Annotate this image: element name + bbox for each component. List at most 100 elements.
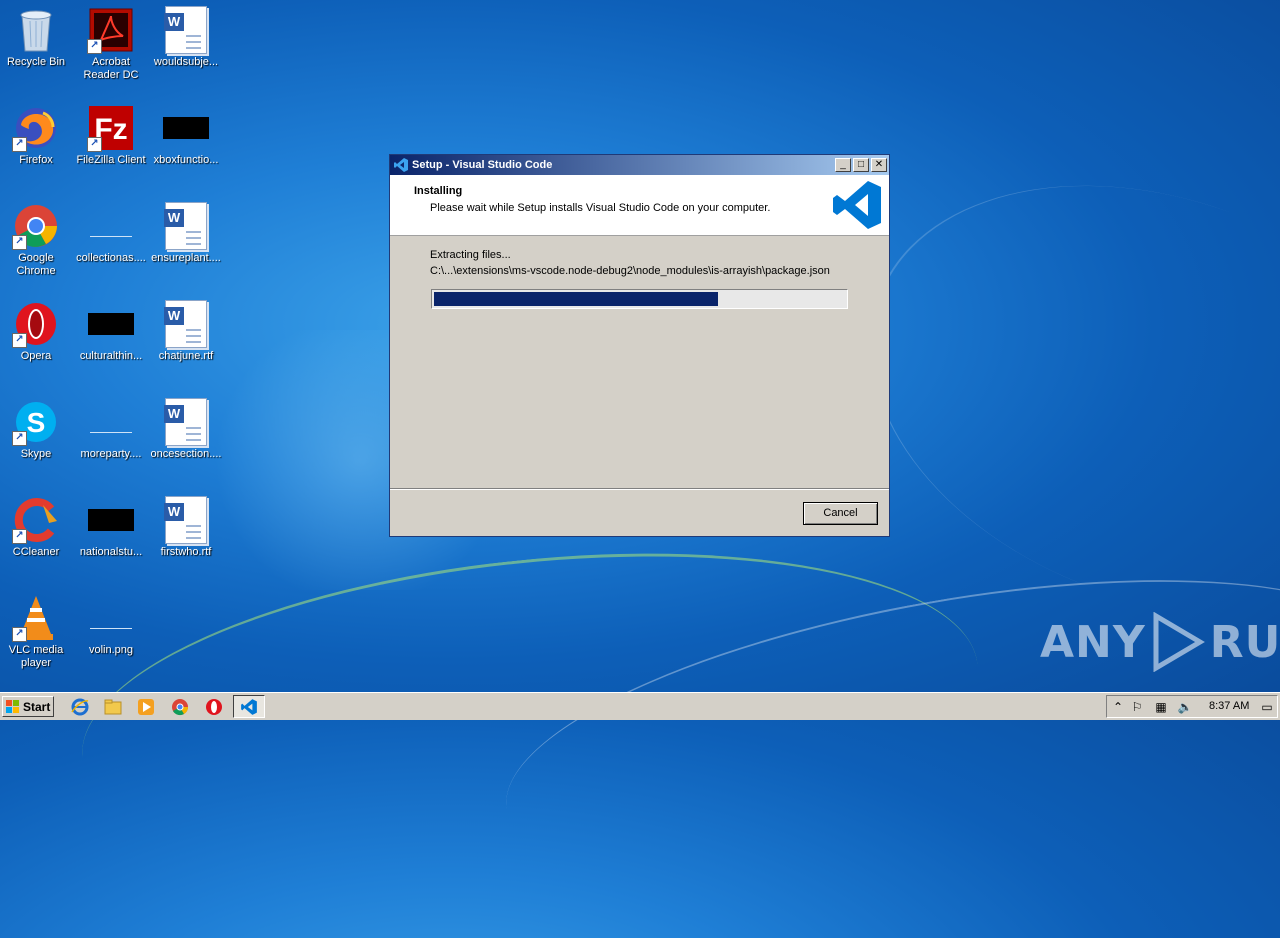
shortcut-arrow-icon: ↗	[12, 137, 27, 152]
desktop-icon-vlc[interactable]: ↗ VLC media player	[0, 594, 74, 670]
ie-icon[interactable]	[71, 698, 89, 716]
taskbar-task-vscode-setup[interactable]	[233, 695, 265, 718]
start-button[interactable]: Start	[2, 696, 54, 717]
desktop-icon-label: firstwho.rtf	[160, 546, 212, 558]
skype-icon: S ↗	[12, 398, 60, 446]
shortcut-arrow-icon: ↗	[12, 235, 27, 250]
desktop-icon-recycle-bin[interactable]: Recycle Bin	[0, 6, 74, 69]
wizard-heading: Installing	[414, 185, 463, 197]
desktop-icon-file[interactable]: nationalstu...	[73, 496, 149, 559]
shortcut-arrow-icon: ↗	[87, 39, 102, 54]
volume-icon[interactable]: 🔈	[1177, 699, 1193, 715]
vscode-logo-icon	[833, 181, 881, 229]
desktop-icon-label: nationalstu...	[79, 546, 143, 558]
desktop-icon-skype[interactable]: S ↗ Skype	[0, 398, 74, 461]
vscode-icon	[241, 698, 257, 715]
action-center-flag-icon[interactable]: ⚐	[1129, 699, 1145, 715]
desktop-icon-file[interactable]: moreparty....	[73, 398, 149, 461]
desktop-icon-document[interactable]: W oncesection....	[148, 398, 224, 461]
start-label: Start	[23, 699, 51, 714]
recycle-bin-icon	[12, 6, 60, 54]
shortcut-arrow-icon: ↗	[12, 333, 27, 348]
desktop-icon-label: FileZilla Client	[76, 154, 146, 166]
desktop-icon-label: oncesection....	[150, 448, 222, 460]
wizard-header: Installing Please wait while Setup insta…	[390, 175, 889, 236]
network-icon[interactable]: ▦	[1153, 699, 1169, 715]
wizard-subheading: Please wait while Setup installs Visual …	[430, 202, 771, 214]
shortcut-arrow-icon: ↗	[12, 529, 27, 544]
word-doc-icon: W	[162, 202, 210, 250]
firefox-icon: ↗	[12, 104, 60, 152]
watermark-left: ANY	[1040, 616, 1146, 668]
desktop-icon-firefox[interactable]: ↗ Firefox	[0, 104, 74, 167]
desktop-icon-label: Google Chrome	[16, 252, 56, 277]
shortcut-arrow-icon: ↗	[12, 627, 27, 642]
blank-file-icon	[87, 202, 135, 250]
black-file-icon	[162, 104, 210, 152]
desktop-icon-label: CCleaner	[12, 546, 60, 558]
wallpaper-swirl	[484, 523, 1280, 938]
word-doc-icon: W	[162, 6, 210, 54]
opera-icon: ↗	[12, 300, 60, 348]
desktop-icon-document[interactable]: W firstwho.rtf	[148, 496, 224, 559]
setup-window: Setup - Visual Studio Code _ □ ✕ Install…	[389, 154, 890, 537]
play-logo-icon	[1153, 612, 1205, 672]
show-hidden-icons-icon[interactable]: ⌃	[1110, 699, 1126, 715]
desktop-icon-filezilla[interactable]: Fz ↗ FileZilla Client	[73, 104, 149, 167]
blank-file-icon	[87, 398, 135, 446]
desktop-icon-label: VLC media player	[8, 644, 64, 669]
desktop-icon-label: chatjune.rtf	[158, 350, 214, 362]
desktop-icon-file[interactable]: culturalthin...	[73, 300, 149, 363]
desktop-icon-ccleaner[interactable]: ↗ CCleaner	[0, 496, 74, 559]
desktop-icon-label: culturalthin...	[79, 350, 143, 362]
shortcut-arrow-icon: ↗	[12, 431, 27, 446]
svg-text:S: S	[27, 407, 46, 438]
desktop-icon-label: Acrobat Reader DC	[83, 56, 139, 81]
blank-file-icon	[87, 594, 135, 642]
close-button[interactable]: ✕	[871, 158, 887, 172]
opera-icon[interactable]	[205, 698, 223, 716]
desktop-icon-file[interactable]: xboxfunctio...	[148, 104, 224, 167]
show-desktop-icon[interactable]: ▭	[1259, 699, 1275, 715]
desktop-icon-label: volin.png	[88, 644, 134, 656]
black-file-icon	[87, 300, 135, 348]
filezilla-icon: Fz ↗	[87, 104, 135, 152]
acrobat-icon: ↗	[87, 6, 135, 54]
watermark-right: RUN	[1209, 616, 1280, 668]
desktop-icon-document[interactable]: W ensureplant....	[148, 202, 224, 265]
desktop-icon-label: xboxfunctio...	[153, 154, 219, 166]
desktop-icon-acrobat[interactable]: ↗ Acrobat Reader DC	[73, 6, 149, 82]
desktop-icon-chrome[interactable]: ↗ Google Chrome	[0, 202, 74, 278]
chrome-icon[interactable]	[171, 698, 189, 716]
clock[interactable]: 8:37 AM	[1209, 700, 1249, 712]
chrome-icon: ↗	[12, 202, 60, 250]
desktop-icon-label: Recycle Bin	[6, 56, 66, 68]
desktop-icon-label: Opera	[20, 350, 52, 362]
progress-fill	[434, 292, 718, 306]
cancel-button[interactable]: Cancel	[803, 502, 878, 525]
desktop-icon-document[interactable]: W chatjune.rtf	[148, 300, 224, 363]
window-title: Setup - Visual Studio Code	[412, 159, 553, 171]
minimize-button[interactable]: _	[835, 158, 851, 172]
shortcut-arrow-icon: ↗	[87, 137, 102, 152]
explorer-icon[interactable]	[104, 698, 122, 716]
desktop-icon-document[interactable]: W wouldsubje...	[148, 6, 224, 69]
desktop-icon-label: Firefox	[19, 154, 53, 166]
system-tray: ⌃ ⚐ ▦ 🔈 8:37 AM ▭	[1106, 695, 1278, 718]
install-progress-bar	[431, 289, 848, 309]
desktop-icon-file[interactable]: collectionas....	[73, 202, 149, 265]
anyrun-watermark: ANY RUN	[1040, 612, 1280, 672]
desktop-icon-opera[interactable]: ↗ Opera	[0, 300, 74, 363]
windows-logo-icon	[6, 700, 19, 713]
ccleaner-icon: ↗	[12, 496, 60, 544]
current-file-path: C:\...\extensions\ms-vscode.node-debug2\…	[430, 265, 830, 277]
media-player-icon[interactable]	[137, 698, 155, 716]
window-titlebar[interactable]: Setup - Visual Studio Code _ □ ✕	[390, 155, 889, 175]
black-file-icon	[87, 496, 135, 544]
desktop-icon-file[interactable]: volin.png	[73, 594, 149, 657]
word-doc-icon: W	[162, 300, 210, 348]
vlc-icon: ↗	[12, 594, 60, 642]
desktop-icon-label: Skype	[20, 448, 52, 460]
maximize-button[interactable]: □	[853, 158, 869, 172]
status-text: Extracting files...	[430, 249, 511, 261]
